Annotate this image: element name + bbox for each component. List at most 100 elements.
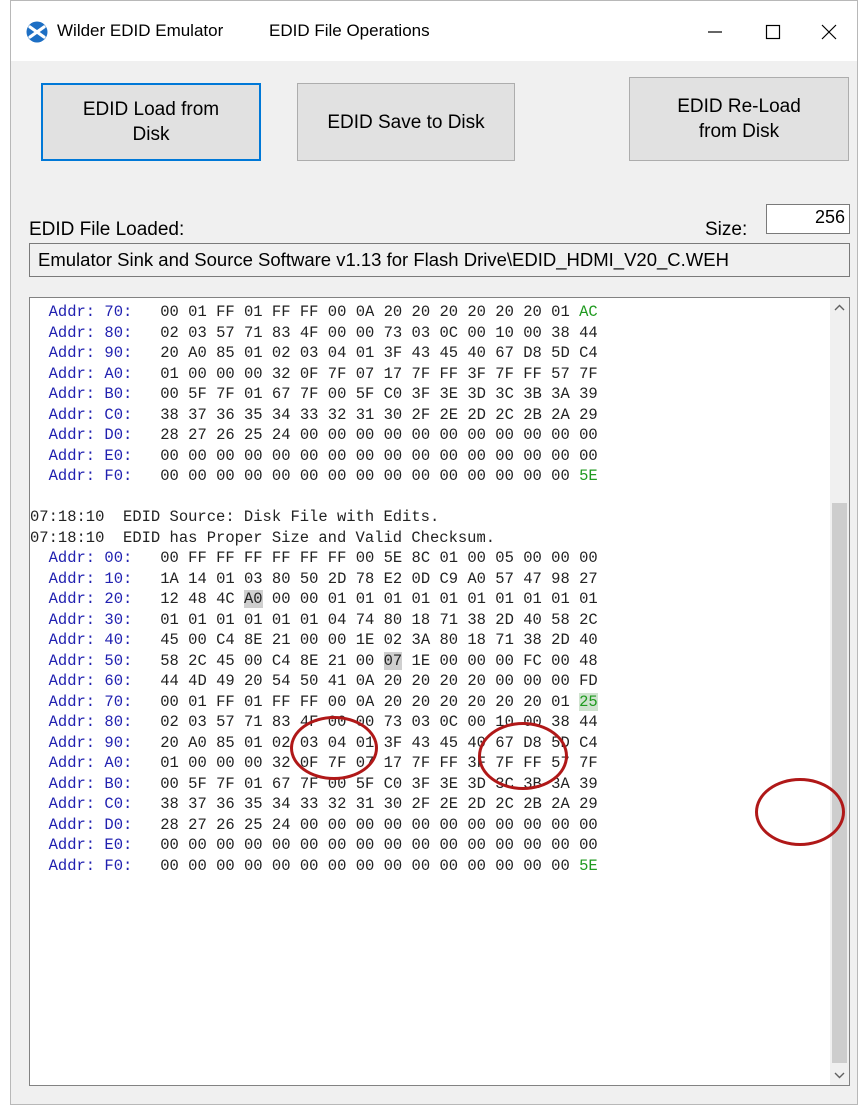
hex-row: Addr: 10: 1A 14 01 03 80 50 2D 78 E2 0D … [30,569,820,590]
hex-byte: 02 [160,323,179,342]
hex-byte: D8 [523,733,542,752]
hex-byte: A0 [188,344,207,362]
hex-byte: 2E [439,795,459,813]
hex-byte: 3A [551,774,570,793]
hex-byte: 2A [551,405,570,424]
hex-byte: 01 [523,590,542,608]
hex-byte: 00 [271,467,291,485]
hex-byte: 40 [467,344,486,362]
hex-byte: 7F [327,754,347,772]
hex-byte: 01 [579,590,598,608]
hex-byte: 43 [411,344,431,362]
load-button-label-line2: Disk [132,124,170,145]
hex-byte: 00 [411,836,431,854]
save-button-label: EDID Save to Disk [327,111,485,133]
hex-byte: 2E [439,405,459,424]
maximize-button[interactable] [745,1,801,61]
hex-byte: 39 [579,385,598,403]
vertical-scrollbar[interactable] [830,298,849,1085]
hex-byte: 47 [523,569,542,588]
hex-byte: 00 [327,856,347,875]
close-button[interactable] [801,1,857,61]
hex-byte: 00 [439,836,459,854]
hex-byte: 00 [383,856,403,875]
hex-byte: 54 [271,672,291,690]
menu-edid-file-operations[interactable]: EDID File Operations [269,21,430,41]
edid-load-from-disk-button[interactable]: EDID Load from Disk [41,83,261,161]
hex-byte: FF [216,549,235,567]
hex-byte: 20 [244,672,263,690]
edid-save-to-disk-button[interactable]: EDID Save to Disk [297,83,515,161]
hex-byte: 30 [383,405,403,424]
hex-byte: 00 [411,856,431,875]
hex-byte: 20 [383,672,403,690]
hex-row: Addr: D0: 28 27 26 25 24 00 00 00 00 00 … [30,425,820,446]
hex-byte: 28 [160,815,179,834]
hex-byte: 00 [160,774,179,793]
hex-byte: 2D [467,405,486,424]
hex-byte: 01 [244,733,263,752]
hex-byte: 00 [495,651,514,670]
hex-byte: 3F [383,733,403,752]
hex-byte: 00 [467,323,486,342]
scroll-down-arrow-icon[interactable] [830,1065,849,1085]
hex-byte: 04 [327,610,347,629]
hex-byte: FF [216,303,235,321]
edid-reload-from-disk-button[interactable]: EDID Re-Load from Disk [629,77,849,161]
hex-byte: 00 [327,836,347,854]
hex-byte: 1A [160,569,179,588]
hex-byte: 20 [411,692,431,711]
hex-byte: 01 [551,303,570,321]
hex-byte: 32 [327,405,347,424]
hex-byte: 21 [327,651,347,670]
hex-row-address: Addr: 20: [30,590,133,608]
hex-byte: 00 [244,836,263,854]
hex-byte: 31 [355,405,375,424]
minimize-button[interactable] [687,1,743,61]
hex-byte: 40 [523,610,542,629]
hex-byte: 00 [160,446,179,465]
hex-byte: 00 [579,836,598,854]
hex-row: Addr: 80: 02 03 57 71 83 4F 00 00 73 03 … [30,323,820,344]
hex-byte: 7F [495,754,514,772]
hex-row-address: Addr: C0: [30,405,133,424]
hex-byte: 38 [551,323,570,342]
size-field[interactable]: 256 [766,204,850,234]
hex-byte: 25 [244,815,263,834]
hex-byte: 41 [327,672,347,690]
hex-row: Addr: D0: 28 27 26 25 24 00 00 00 00 00 … [30,815,820,836]
log-output[interactable]: Addr: 70: 00 01 FF 01 FF FF 00 0A 20 20 … [29,297,850,1086]
hex-byte: FF [299,549,319,567]
hex-byte: 01 [439,549,459,567]
hex-byte: 00 [579,446,598,465]
hex-byte: C4 [271,651,291,670]
hex-byte: FF [299,692,319,711]
hex-byte: FF [271,692,291,711]
hex-byte: 00 [355,323,375,342]
hex-byte: 00 [467,549,486,567]
hex-byte: 01 [188,610,207,629]
hex-byte: 3A [551,385,570,403]
file-path-field[interactable]: Emulator Sink and Source Software v1.13 … [29,243,850,277]
hex-byte: 36 [216,795,235,813]
hex-byte: 01 [355,344,375,362]
reload-button-label-line2: from Disk [698,121,780,142]
hex-byte: 38 [160,405,179,424]
scroll-up-arrow-icon[interactable] [830,298,849,318]
hex-byte: 00 [523,856,542,875]
hex-row: Addr: 70: 00 01 FF 01 FF FF 00 0A 20 20 … [30,302,820,323]
hex-byte: 01 [216,610,235,629]
hex-byte: 00 [327,631,347,649]
hex-byte: 67 [495,344,514,362]
hex-byte: 01 [439,590,459,608]
hex-byte: 01 [495,590,514,608]
hex-byte: 00 [160,385,179,403]
hex-byte: 33 [299,405,319,424]
scrollbar-thumb[interactable] [832,503,847,1063]
hex-byte: 3A [411,631,431,649]
hex-byte: 44 [160,672,179,690]
hex-byte: 00 [383,446,403,465]
hex-byte: 00 [551,446,570,465]
hex-byte: 71 [495,631,514,649]
hex-byte: 01 [551,692,570,711]
